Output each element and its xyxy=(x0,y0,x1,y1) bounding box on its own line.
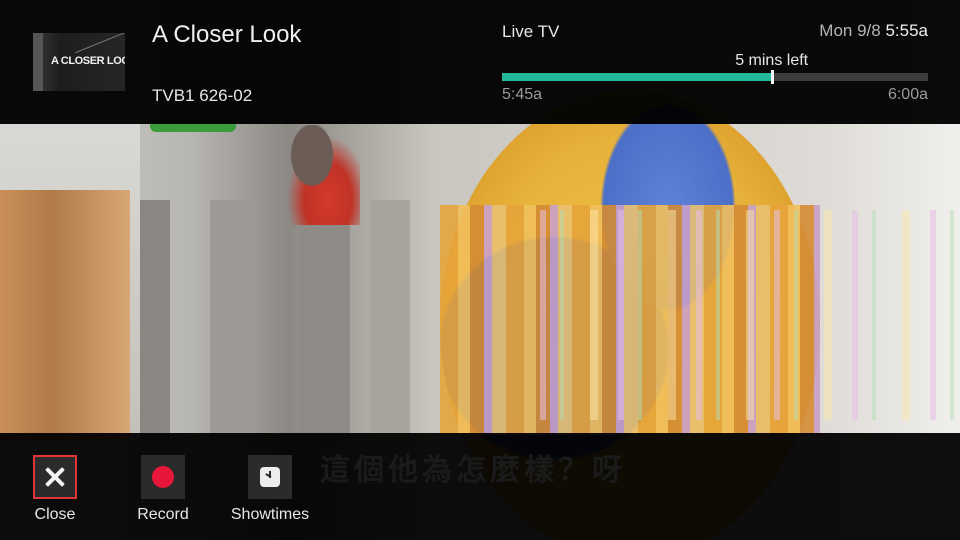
channel-number: TVB1 626-02 xyxy=(152,86,253,105)
program-start-time: 5:45a xyxy=(502,86,543,103)
record-icon xyxy=(152,466,174,488)
program-thumbnail: A CLOSER LOOK xyxy=(33,33,125,91)
thumbnail-microphone xyxy=(74,33,125,54)
thumbnail-title: A CLOSER LOOK xyxy=(51,55,125,67)
program-progress-marker xyxy=(770,70,774,84)
video-background-pillar xyxy=(210,200,250,440)
video-background-pillar xyxy=(300,200,350,440)
video-subtitle: 這個他為怎麼樣？呀 xyxy=(320,453,626,488)
video-background-pillar xyxy=(140,200,170,440)
clock-icon xyxy=(260,467,280,487)
record-button-frame xyxy=(141,455,185,499)
action-bar: 這個他為怎麼樣？呀 Close Record Showtimes xyxy=(0,433,960,540)
video-background-pillar xyxy=(370,200,410,440)
program-progress-bar xyxy=(502,70,928,84)
program-progress-fill xyxy=(502,73,772,81)
program-title: A Closer Look xyxy=(152,21,302,48)
program-info-bar: A CLOSER LOOK A Closer Look TVB1 626-02 … xyxy=(0,0,960,124)
date-time: Mon 9/8 5:55a xyxy=(819,21,928,41)
program-end-time: 6:00a xyxy=(887,86,928,103)
video-glitch-artifacts xyxy=(520,210,960,420)
close-button[interactable]: Close xyxy=(5,455,105,524)
record-button-label: Record xyxy=(137,506,189,523)
time-remaining-label: 5 mins left xyxy=(735,52,809,69)
close-button-frame xyxy=(33,455,77,499)
showtimes-button-label: Showtimes xyxy=(230,506,310,523)
close-icon xyxy=(35,457,75,497)
current-date: Mon 9/8 xyxy=(819,21,881,40)
video-background-door xyxy=(0,190,130,440)
record-button[interactable]: Record xyxy=(113,455,213,524)
showtimes-button[interactable]: Showtimes xyxy=(220,455,320,524)
live-tv-label: Live TV xyxy=(502,22,560,41)
thumbnail-frame xyxy=(33,33,43,91)
video-background-person xyxy=(280,125,360,225)
showtimes-button-frame xyxy=(248,455,292,499)
close-button-label: Close xyxy=(34,506,76,523)
current-time: 5:55a xyxy=(885,21,928,40)
